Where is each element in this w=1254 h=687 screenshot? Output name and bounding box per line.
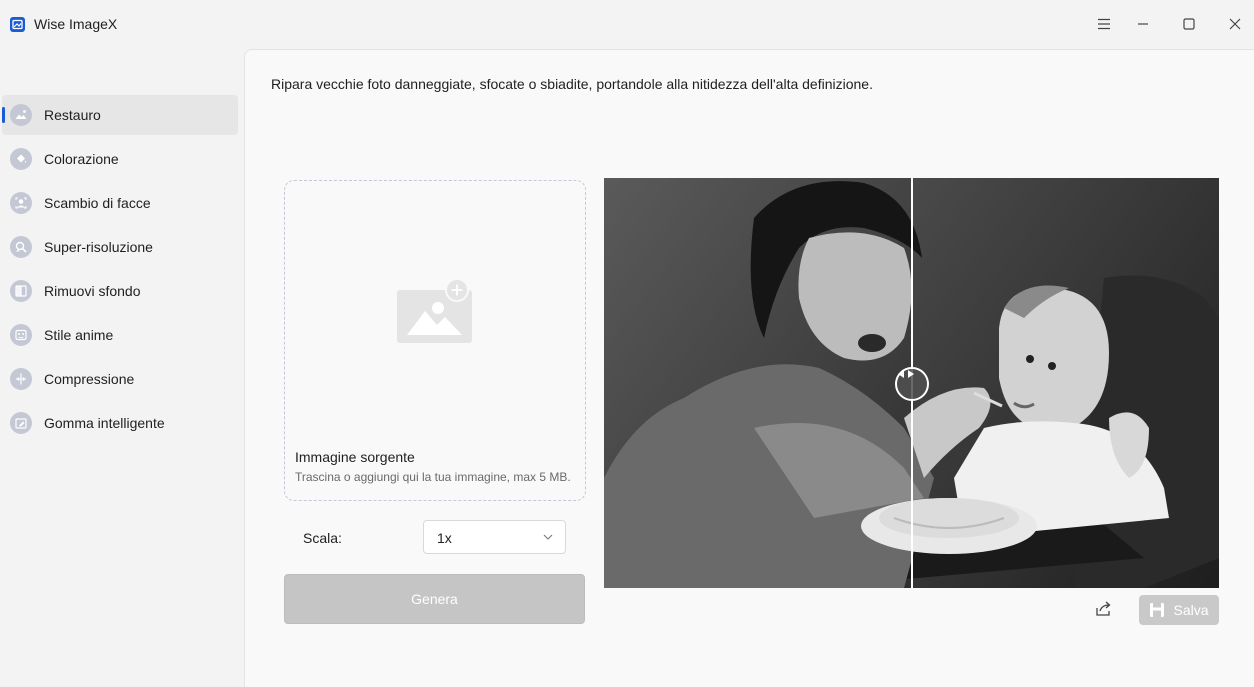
before-after-preview[interactable] xyxy=(604,178,1219,588)
scale-select[interactable]: 1x xyxy=(423,520,566,554)
generate-button-label: Genera xyxy=(411,591,458,607)
sidebar-item-label: Scambio di facce xyxy=(44,195,151,211)
compress-icon xyxy=(10,368,32,390)
dropzone-title: Immagine sorgente xyxy=(295,449,415,465)
dropzone-hint: Trascina o aggiungi qui la tua immagine,… xyxy=(295,470,571,484)
save-icon xyxy=(1150,603,1165,617)
sidebar: Restauro Colorazione Scambio di facce Su… xyxy=(0,50,244,687)
smart-eraser-icon xyxy=(10,412,32,434)
menu-button[interactable] xyxy=(1089,10,1119,38)
sidebar-item-label: Restauro xyxy=(44,107,101,123)
sidebar-item-rimuovi-sfondo[interactable]: Rimuovi sfondo xyxy=(2,271,238,311)
save-button[interactable]: Salva xyxy=(1139,595,1219,625)
generate-button[interactable]: Genera xyxy=(284,574,585,624)
super-resolution-icon xyxy=(10,236,32,258)
image-drop-zone[interactable]: Immagine sorgente Trascina o aggiungi qu… xyxy=(284,180,586,501)
compare-slider-handle[interactable] xyxy=(895,367,929,401)
maximize-icon xyxy=(1183,18,1195,30)
hamburger-menu-icon xyxy=(1098,18,1110,30)
add-image-icon xyxy=(397,278,472,343)
scale-label: Scala: xyxy=(303,530,342,546)
sidebar-item-label: Gomma intelligente xyxy=(44,415,165,431)
remove-background-icon xyxy=(10,280,32,302)
sidebar-item-label: Colorazione xyxy=(44,151,119,167)
main-panel: Ripara vecchie foto danneggiate, sfocate… xyxy=(244,49,1254,687)
close-button[interactable] xyxy=(1220,10,1250,38)
sidebar-item-restauro[interactable]: Restauro xyxy=(2,95,238,135)
minimize-icon xyxy=(1138,23,1148,25)
app-title: Wise ImageX xyxy=(34,16,118,32)
sidebar-item-super-risoluzione[interactable]: Super-risoluzione xyxy=(2,227,238,267)
share-icon[interactable] xyxy=(1094,599,1114,619)
restore-icon xyxy=(10,104,32,126)
scale-selected-value: 1x xyxy=(437,530,452,546)
app-logo-icon xyxy=(10,17,25,32)
sidebar-item-label: Stile anime xyxy=(44,327,114,343)
feature-description: Ripara vecchie foto danneggiate, sfocate… xyxy=(271,76,873,92)
title-bar: Wise ImageX xyxy=(0,0,1254,50)
drag-arrows-icon xyxy=(898,370,914,378)
face-swap-icon xyxy=(10,192,32,214)
sidebar-item-label: Super-risoluzione xyxy=(44,239,153,255)
maximize-button[interactable] xyxy=(1174,10,1204,38)
sidebar-item-colorazione[interactable]: Colorazione xyxy=(2,139,238,179)
close-icon xyxy=(1229,18,1241,30)
chevron-down-icon xyxy=(543,534,553,540)
sidebar-item-stile-anime[interactable]: Stile anime xyxy=(2,315,238,355)
sidebar-item-compressione[interactable]: Compressione xyxy=(2,359,238,399)
colorize-icon xyxy=(10,148,32,170)
sidebar-item-label: Compressione xyxy=(44,371,135,387)
save-button-label: Salva xyxy=(1173,602,1209,618)
sidebar-item-label: Rimuovi sfondo xyxy=(44,283,141,299)
sidebar-item-gomma-intelligente[interactable]: Gomma intelligente xyxy=(2,403,238,443)
minimize-button[interactable] xyxy=(1128,10,1158,38)
anime-style-icon xyxy=(10,324,32,346)
active-indicator xyxy=(2,107,5,123)
sidebar-item-scambio-di-facce[interactable]: Scambio di facce xyxy=(2,183,238,223)
